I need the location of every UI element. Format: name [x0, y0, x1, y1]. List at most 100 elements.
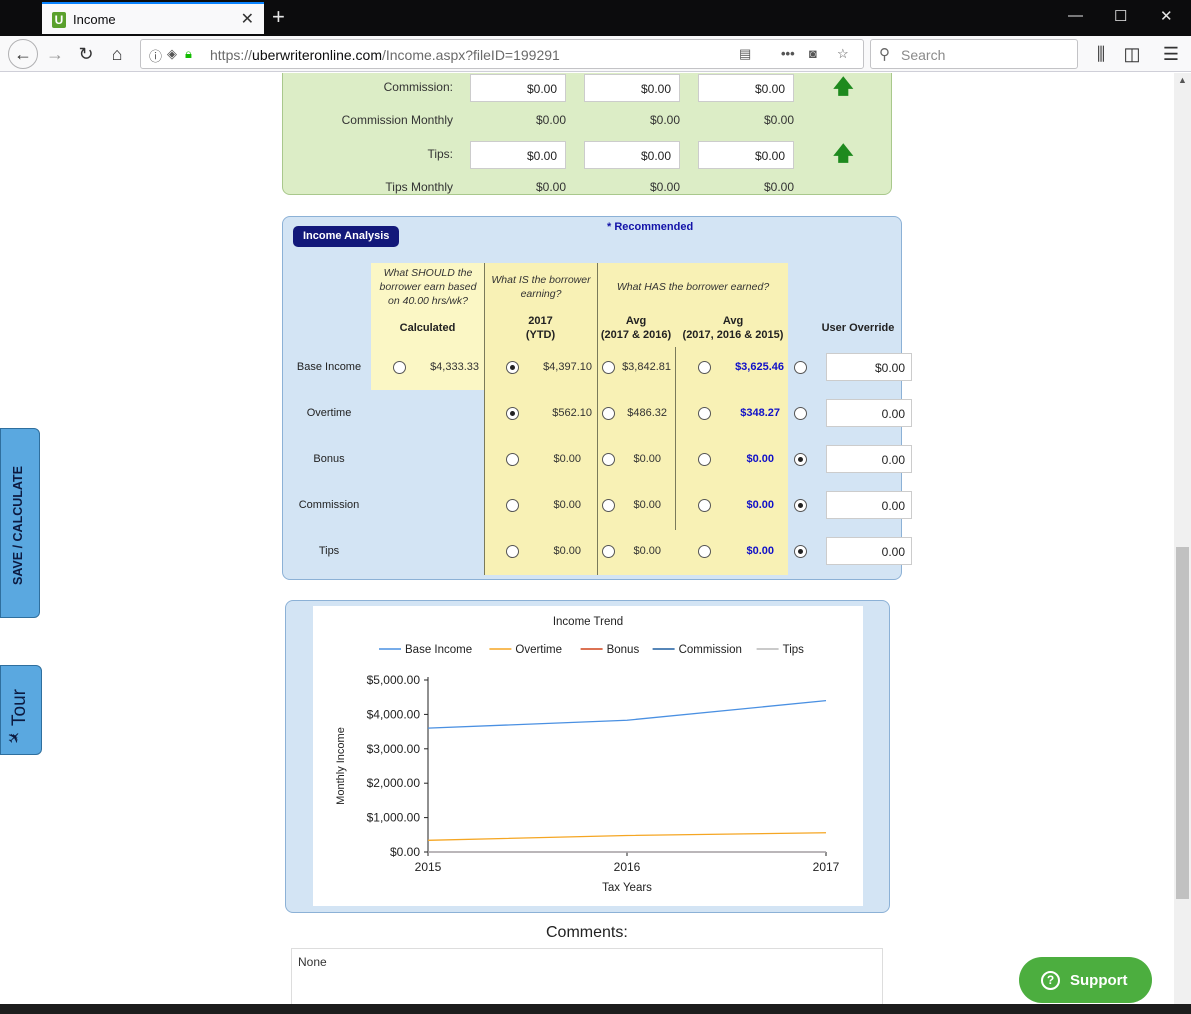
sidebar-icon[interactable]: ◫ [1119, 42, 1145, 66]
column-divider [675, 347, 676, 530]
radio-base-ytd[interactable] [506, 361, 519, 374]
row-label-tips: Tips [318, 545, 340, 557]
y-tick-label: $4,000.00 [367, 707, 421, 721]
overtime-override-input[interactable]: 0.00 [826, 399, 912, 427]
tips-monthly-1: $0.00 [535, 180, 566, 194]
pocket-icon[interactable]: ◙ [809, 46, 817, 61]
bonus-override-input[interactable]: 0.00 [826, 445, 912, 473]
commission-input-3[interactable]: $0.00 [698, 74, 794, 102]
page-actions-icon[interactable]: ••• [781, 46, 795, 61]
scrollbar-thumb[interactable] [1176, 547, 1189, 899]
radio-commission-ytd[interactable] [506, 499, 519, 512]
tips-avg3-value: $0.00 [746, 545, 774, 557]
tips-monthly-label: Tips Monthly [385, 180, 453, 194]
scroll-up-icon[interactable]: ▲ [1178, 75, 1187, 85]
radio-overtime-avg3[interactable] [698, 407, 711, 420]
save-calculate-button[interactable]: SAVE / CALCULATE [0, 428, 40, 618]
new-tab-icon[interactable]: + [272, 4, 285, 30]
radio-tips-override[interactable] [794, 545, 807, 558]
copy-up-arrow-icon[interactable]: 🡅 [833, 139, 854, 173]
series-line-overtime [427, 832, 827, 841]
tips-avg2-value: $0.00 [633, 545, 661, 557]
overtime-avg3-value: $348.27 [740, 407, 780, 419]
radio-tips-ytd[interactable] [506, 545, 519, 558]
avg3-header: Avg [722, 315, 744, 327]
tour-button[interactable]: Tour ✈ [0, 665, 42, 755]
comments-title: Comments: [546, 924, 628, 941]
avg3-header-sub: (2017, 2016 & 2015) [682, 329, 784, 341]
row-label-overtime: Overtime [306, 407, 352, 419]
radio-bonus-ytd[interactable] [506, 453, 519, 466]
legend-label: Tips [783, 644, 805, 656]
tips-input-3[interactable]: $0.00 [698, 141, 794, 169]
bonus-avg3-value: $0.00 [746, 453, 774, 465]
maximize-icon[interactable]: ☐ [1114, 7, 1127, 25]
page-scrollbar[interactable]: ▲ [1174, 73, 1191, 1004]
legend-label: Overtime [515, 644, 562, 656]
avg2-header: Avg [625, 315, 647, 327]
y-tick-label: $3,000.00 [367, 742, 421, 756]
reader-view-icon[interactable]: ▤ [739, 46, 751, 62]
radio-base-avg3[interactable] [698, 361, 711, 374]
x-axis-label: Tax Years [602, 882, 652, 894]
radio-commission-override[interactable] [794, 499, 807, 512]
radio-tips-avg3[interactable] [698, 545, 711, 558]
tips-input-2[interactable]: $0.00 [584, 141, 680, 169]
radio-base-override[interactable] [794, 361, 807, 374]
comments-box[interactable]: None [291, 948, 883, 1004]
library-icon[interactable]: ⫼ [1088, 42, 1114, 66]
base-calculated-value: $4,333.33 [430, 361, 479, 373]
url-text[interactable]: https://uberwriteronline.com/Income.aspx… [210, 47, 560, 63]
chart-title: Income Trend [553, 616, 623, 628]
radio-bonus-avg3[interactable] [698, 453, 711, 466]
menu-icon[interactable]: ☰ [1158, 42, 1184, 66]
commission-monthly-label: Commission Monthly [341, 113, 453, 127]
home-icon[interactable]: ⌂ [104, 42, 130, 66]
y-tick-label: $5,000.00 [367, 673, 421, 687]
y-axis-label: Monthly Income [335, 727, 347, 805]
search-icon: ⚲ [879, 46, 890, 63]
x-tick-label: 2015 [415, 860, 442, 874]
forward-icon[interactable]: → [42, 42, 68, 66]
ytd-column [484, 263, 597, 575]
series-line-base-income [427, 699, 827, 729]
save-calculate-label: SAVE / CALCULATE [11, 466, 25, 585]
base-override-input[interactable]: $0.00 [826, 353, 912, 381]
url-bar[interactable]: ⓘ ◈ 🔒︎ https://uberwriteronline.com/Inco… [140, 39, 864, 69]
window-close-icon[interactable]: ✕ [1160, 7, 1173, 25]
info-icon[interactable]: ⓘ [149, 46, 162, 65]
site-favicon: U [52, 12, 66, 28]
radio-overtime-ytd[interactable] [506, 407, 519, 420]
commission-override-input[interactable]: 0.00 [826, 491, 912, 519]
radio-bonus-override[interactable] [794, 453, 807, 466]
commission-input-2[interactable]: $0.00 [584, 74, 680, 102]
radio-base-calculated[interactable] [393, 361, 406, 374]
avg2-header-sub: (2017 & 2016) [600, 329, 672, 341]
tracking-shield-icon[interactable]: ◈ [167, 46, 177, 62]
commission-avg2-value: $0.00 [633, 499, 661, 511]
row-label-base-income: Base Income [296, 361, 362, 373]
y-tick-label: $2,000.00 [367, 776, 421, 790]
y-tick-label: $1,000.00 [367, 811, 421, 825]
search-box[interactable]: ⚲ Search [870, 39, 1078, 69]
help-icon: ? [1041, 971, 1060, 990]
radio-commission-avg3[interactable] [698, 499, 711, 512]
tips-override-input[interactable]: 0.00 [826, 537, 912, 565]
minimize-icon[interactable]: — [1068, 7, 1083, 24]
base-avg2-value: $3,842.81 [622, 361, 671, 373]
browser-tab[interactable]: U Income ✕ [42, 2, 264, 34]
commission-input-1[interactable]: $0.00 [470, 74, 566, 102]
reload-icon[interactable]: ↻ [73, 42, 99, 66]
overtime-ytd-value: $562.10 [552, 407, 592, 419]
bookmark-star-icon[interactable]: ☆ [837, 46, 849, 62]
support-button[interactable]: ? Support [1019, 957, 1152, 1003]
tab-close-icon[interactable]: ✕ [241, 9, 254, 29]
tips-input-1[interactable]: $0.00 [470, 141, 566, 169]
income-analysis-title: Income Analysis [293, 226, 400, 247]
lock-icon[interactable]: 🔒︎ [185, 46, 192, 62]
tips-monthly-2: $0.00 [649, 180, 680, 194]
radio-overtime-override[interactable] [794, 407, 807, 420]
back-icon[interactable]: ← [8, 39, 38, 69]
copy-up-arrow-icon[interactable]: 🡅 [833, 73, 854, 106]
y-tick-label: $0.00 [390, 845, 420, 859]
